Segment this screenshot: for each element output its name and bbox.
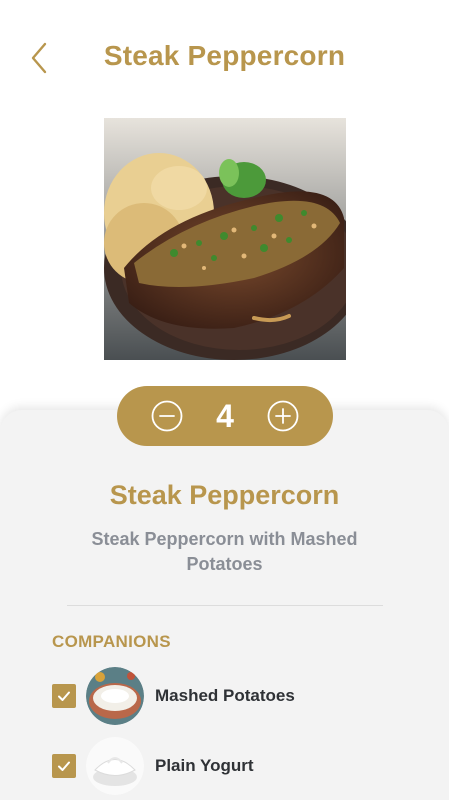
divider <box>67 605 383 606</box>
companion-label: Mashed Potatoes <box>155 686 295 705</box>
page-title: Steak Peppercorn <box>103 40 346 71</box>
companion-checkbox[interactable] <box>52 684 76 708</box>
dish-description: Steak Peppercorn with Mashed Potatoes <box>91 529 358 574</box>
header: Steak Peppercorn <box>0 0 449 115</box>
dish-image <box>104 118 346 360</box>
companion-item-plain-yogurt: Plain Yogurt <box>52 736 412 796</box>
checkmark-icon <box>58 691 70 701</box>
quantity-stepper: 4 <box>117 386 333 446</box>
dish-name: Steak Peppercorn <box>109 480 340 510</box>
plain-yogurt-thumbnail <box>86 737 144 795</box>
companion-checkbox[interactable] <box>52 754 76 778</box>
companions-heading: COMPANIONS <box>52 632 171 651</box>
minus-circle-icon <box>151 400 183 432</box>
plus-circle-icon <box>267 400 299 432</box>
mashed-potatoes-thumbnail <box>86 667 144 725</box>
decrease-quantity-button[interactable] <box>151 400 183 432</box>
quantity-value: 4 <box>216 397 234 434</box>
companion-label: Plain Yogurt <box>155 756 254 775</box>
checkmark-icon <box>58 761 70 771</box>
companion-item-mashed-potatoes: Mashed Potatoes <box>52 666 412 726</box>
increase-quantity-button[interactable] <box>267 400 299 432</box>
